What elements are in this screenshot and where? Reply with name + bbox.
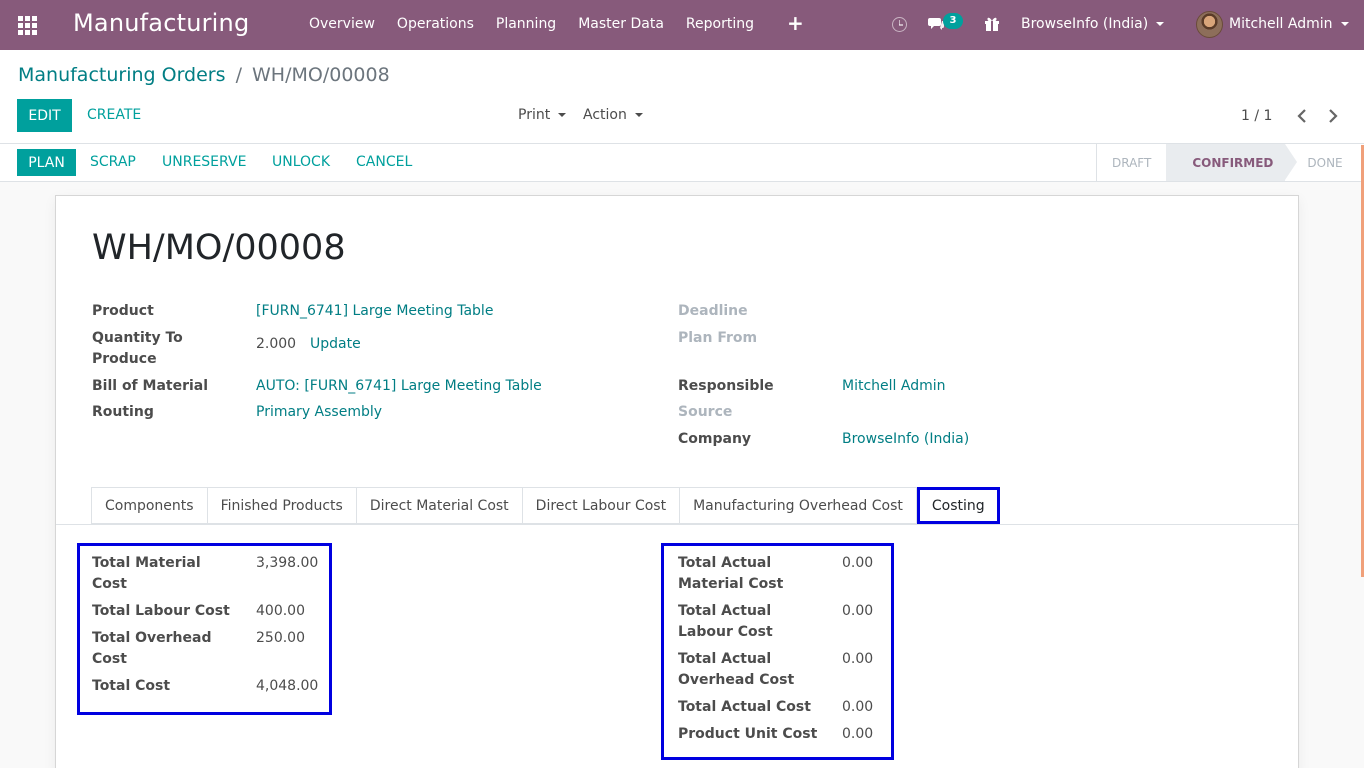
create-button[interactable]: Create [87,107,141,123]
quantity-label-line2: Produce [92,351,157,367]
user-menu[interactable]: Mitchell Admin [1229,16,1349,32]
apps-menu-icon[interactable] [18,16,37,35]
tab-direct-material-cost[interactable]: Direct Material Cost [355,487,522,524]
actual-material-cost-value: 0.00 [842,555,874,571]
activity-clock-icon[interactable] [892,17,907,32]
scrap-button[interactable]: Scrap [90,154,136,170]
status-steps: Draft Confirmed Done [1096,144,1358,181]
quantity-value[interactable]: 2.000 [256,334,296,355]
app-name: Manufacturing [73,9,250,37]
print-label: Print [518,107,551,123]
chevron-down-icon [558,113,567,117]
total-labour-cost-label: Total Labour Cost [92,603,230,619]
main-menu: Overview Operations Planning Master Data… [309,16,776,32]
tab-finished-products[interactable]: Finished Products [206,487,356,524]
tab-manufacturing-overhead-cost[interactable]: Manufacturing Overhead Cost [679,487,917,524]
tabs-divider [56,524,1298,525]
product-value[interactable]: [FURN_6741] Large Meeting Table [256,301,493,322]
plus-icon[interactable]: + [787,13,804,33]
menu-operations[interactable]: Operations [397,16,474,32]
breadcrumb: Manufacturing Orders / WH/MO/00008 [18,64,390,86]
tab-direct-labour-cost[interactable]: Direct Labour Cost [521,487,680,524]
chat-count-badge: 3 [943,13,963,29]
plan-button[interactable]: Plan [17,149,76,176]
actual-labour-cost-label-line1: Total Actual [678,603,772,619]
company-value[interactable]: BrowseInfo (India) [842,429,969,450]
total-labour-cost-value: 400.00 [256,603,305,619]
source-label: Source [678,404,733,420]
total-overhead-cost-value: 250.00 [256,630,305,646]
total-overhead-cost-label-line2: Cost [92,651,127,667]
total-actual-cost-label: Total Actual Cost [678,699,811,715]
chevron-down-icon [634,113,643,117]
breadcrumb-separator: / [235,64,242,86]
total-overhead-cost-label-line1: Total Overhead [92,630,212,646]
product-unit-cost-value: 0.00 [842,726,874,742]
responsible-value[interactable]: Mitchell Admin [842,376,946,397]
actual-labour-cost-value: 0.00 [842,603,874,619]
company-switcher[interactable]: BrowseInfo (India) [1021,16,1165,32]
edit-button[interactable]: Edit [17,99,72,132]
top-navbar: Manufacturing Overview Operations Planni… [0,0,1364,50]
actual-material-cost-label-line2: Material Cost [678,576,784,592]
total-material-cost-value: 3,398.00 [256,555,319,571]
form-sheet: WH/MO/00008 Product [FURN_6741] Large Me… [55,195,1299,768]
company-name: BrowseInfo (India) [1021,16,1149,32]
menu-reporting[interactable]: Reporting [686,16,754,32]
gift-icon[interactable] [984,16,1000,32]
breadcrumb-parent[interactable]: Manufacturing Orders [18,64,226,86]
status-step-done: Done [1307,155,1343,170]
pager-value[interactable]: 1 / 1 [1241,108,1272,124]
user-name: Mitchell Admin [1229,16,1333,32]
status-bar: Plan Scrap Unreserve Unlock Cancel Draft… [0,144,1364,182]
chat-icon[interactable] [928,17,944,31]
actual-labour-cost-label-line2: Labour Cost [678,624,773,640]
breadcrumb-current: WH/MO/00008 [252,64,390,86]
user-avatar[interactable] [1196,11,1223,38]
total-cost-value: 4,048.00 [256,678,319,694]
routing-value[interactable]: Primary Assembly [256,402,382,423]
chevron-down-icon [1156,22,1165,26]
bom-value[interactable]: AUTO: [FURN_6741] Large Meeting Table [256,376,542,397]
menu-planning[interactable]: Planning [496,16,556,32]
unreserve-button[interactable]: Unreserve [162,154,246,170]
tab-costing[interactable]: Costing [916,487,1000,524]
quantity-label-line1: Quantity To [92,330,183,346]
notebook-tabs: Components Finished Products Direct Mate… [91,487,1000,524]
plan-from-label: Plan From [678,330,758,346]
cancel-button[interactable]: Cancel [356,154,412,170]
deadline-label: Deadline [678,303,748,319]
status-step-confirmed: Confirmed [1166,144,1298,181]
action-label: Action [583,107,627,123]
status-step-draft: Draft [1112,155,1152,170]
routing-label: Routing [92,404,154,420]
total-material-cost-label-line1: Total Material [92,555,201,571]
menu-overview[interactable]: Overview [309,16,375,32]
print-dropdown[interactable]: Print [518,107,567,123]
total-actual-cost-value: 0.00 [842,699,874,715]
chevron-left-icon[interactable] [1295,107,1311,125]
chevron-down-icon [1340,22,1349,26]
menu-master-data[interactable]: Master Data [578,16,664,32]
company-label: Company [678,431,752,447]
bom-label: Bill of Material [92,378,209,394]
chevron-right-icon[interactable] [1325,107,1341,125]
actual-overhead-cost-value: 0.00 [842,651,874,667]
action-dropdown[interactable]: Action [583,107,643,123]
total-cost-label: Total Cost [92,678,171,694]
product-unit-cost-label: Product Unit Cost [678,726,818,742]
actual-overhead-cost-label-line1: Total Actual [678,651,772,667]
quantity-update-button[interactable]: Update [310,334,361,355]
responsible-label: Responsible [678,378,774,394]
record-title: WH/MO/00008 [92,228,346,268]
product-label: Product [92,303,154,319]
control-panel: Manufacturing Orders / WH/MO/00008 Edit … [0,50,1364,144]
total-material-cost-label-line2: Cost [92,576,127,592]
actual-material-cost-label-line1: Total Actual [678,555,772,571]
actual-overhead-cost-label-line2: Overhead Cost [678,672,795,688]
tab-components[interactable]: Components [91,487,207,524]
unlock-button[interactable]: Unlock [272,154,330,170]
